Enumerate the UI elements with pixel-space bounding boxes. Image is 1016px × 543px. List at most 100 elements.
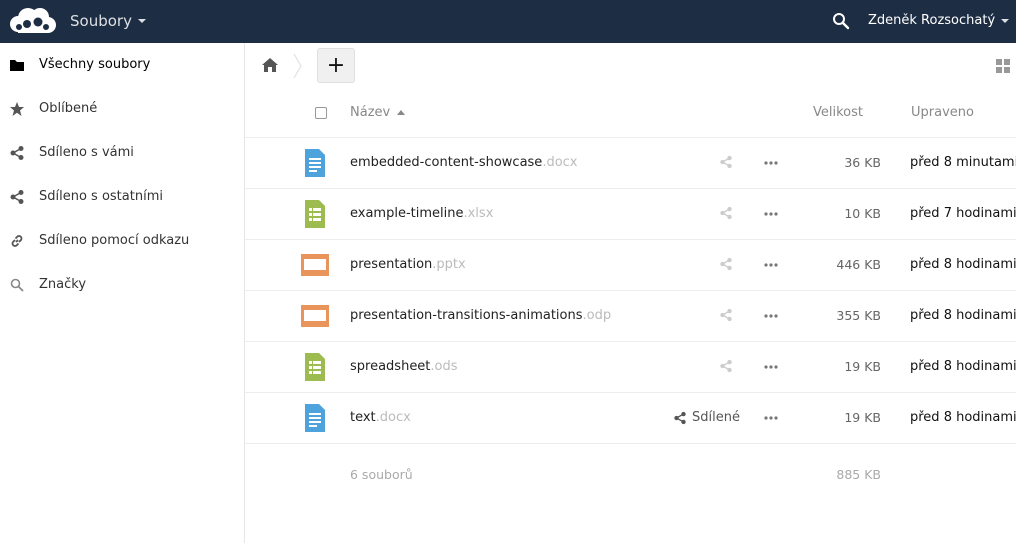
- spreadsheet-file-icon[interactable]: [300, 199, 330, 229]
- table-row[interactable]: spreadsheet.ods 19 KB před 8 hodinami: [245, 342, 1016, 393]
- file-name[interactable]: presentation.pptx: [350, 257, 466, 272]
- table-row[interactable]: example-timeline.xlsx 10 KB před 7 hodin…: [245, 189, 1016, 240]
- share-icon: [720, 155, 732, 169]
- sidebar-item-label: Sdíleno s vámi: [39, 145, 134, 160]
- more-actions-icon[interactable]: [763, 308, 779, 324]
- spreadsheet-file-icon[interactable]: [300, 352, 330, 382]
- file-name[interactable]: example-timeline.xlsx: [350, 206, 493, 221]
- share-icon: [720, 308, 732, 322]
- share-button[interactable]: [719, 257, 738, 271]
- table-row[interactable]: presentation.pptx 446 KB před 8 hodinami: [245, 240, 1016, 291]
- more-actions-icon[interactable]: [763, 155, 779, 171]
- file-name[interactable]: presentation-transitions-animations.odp: [350, 308, 611, 323]
- sidebar-item-label: Všechny soubory: [39, 57, 151, 72]
- more-actions-icon[interactable]: [763, 359, 779, 375]
- file-size: 19 KB: [844, 359, 881, 374]
- sidebar-item-label: Značky: [39, 277, 87, 292]
- owncloud-logo-icon[interactable]: [6, 4, 58, 38]
- new-file-button[interactable]: +: [317, 48, 355, 83]
- table-row[interactable]: text.docx Sdílené 19 KB před 8 hodinami: [245, 393, 1016, 444]
- share-button[interactable]: [719, 308, 738, 322]
- file-extension: .pptx: [432, 257, 466, 272]
- user-name: Zdeněk Rozsochatý: [868, 13, 996, 28]
- app-menu-toggle[interactable]: Soubory: [70, 12, 146, 30]
- tag-search-icon: [10, 278, 24, 292]
- file-modified: před 8 minutami: [910, 155, 1016, 170]
- file-extension: .ods: [430, 359, 458, 374]
- file-basename: presentation-transitions-animations: [350, 308, 583, 323]
- column-name-header[interactable]: Název: [350, 105, 406, 120]
- file-extension: .odp: [582, 308, 612, 323]
- document-file-icon[interactable]: [300, 403, 330, 433]
- presentation-file-icon[interactable]: [300, 250, 330, 280]
- file-basename: embedded-content-showcase: [350, 155, 543, 170]
- share-button[interactable]: [719, 359, 738, 373]
- sidebar-item-tags[interactable]: Značky: [0, 263, 244, 307]
- share-icon: [10, 190, 24, 204]
- top-bar: Soubory Zdeněk Rozsochatý: [0, 0, 1016, 43]
- shared-label: Sdílené: [692, 410, 740, 425]
- share-icon: [720, 257, 732, 271]
- more-actions-icon[interactable]: [763, 257, 779, 273]
- file-basename: spreadsheet: [350, 359, 431, 374]
- sidebar-item-label: Sdíleno pomocí odkazu: [39, 233, 190, 248]
- sidebar-item-shared-with-others[interactable]: Sdíleno s ostatními: [0, 175, 244, 219]
- file-modified: před 8 hodinami: [910, 359, 1016, 374]
- sidebar-item-favorites[interactable]: Oblíbené: [0, 87, 244, 131]
- sidebar-item-shared-by-link[interactable]: Sdíleno pomocí odkazu: [0, 219, 244, 263]
- file-modified: před 8 hodinami: [910, 257, 1016, 272]
- sidebar-item-shared-with-you[interactable]: Sdíleno s vámi: [0, 131, 244, 175]
- app-title: Soubory: [70, 12, 132, 30]
- user-menu[interactable]: Zdeněk Rozsochatý: [868, 13, 1010, 28]
- folder-icon: [10, 60, 24, 71]
- grid-view-icon[interactable]: [996, 59, 1010, 73]
- column-size-header[interactable]: Velikost: [813, 105, 863, 120]
- file-size: 36 KB: [844, 155, 881, 170]
- column-name-label: Název: [350, 105, 391, 120]
- file-name[interactable]: spreadsheet.ods: [350, 359, 458, 374]
- file-modified: před 8 hodinami: [910, 410, 1016, 425]
- presentation-file-icon[interactable]: [300, 301, 330, 331]
- sidebar-item-label: Oblíbené: [39, 101, 98, 116]
- file-modified: před 7 hodinami: [910, 206, 1016, 221]
- select-all-checkbox[interactable]: [315, 107, 327, 119]
- sidebar-item-all-files[interactable]: Všechny soubory: [0, 43, 244, 87]
- file-list-header: Název Velikost Upraveno: [245, 89, 1016, 138]
- sort-ascending-icon: [397, 110, 406, 115]
- more-actions-icon[interactable]: [763, 410, 779, 426]
- file-size: 355 KB: [836, 308, 881, 323]
- home-icon[interactable]: [261, 56, 279, 74]
- file-extension: .xlsx: [463, 206, 494, 221]
- file-list-summary: 6 souborů 885 KB: [245, 444, 1016, 504]
- sidebar: Všechny soubory Oblíbené Sdíleno s vámi …: [0, 43, 245, 543]
- summary-file-count: 6 souborů: [350, 467, 413, 482]
- search-icon[interactable]: [832, 12, 850, 30]
- file-basename: presentation: [350, 257, 433, 272]
- document-file-icon[interactable]: [300, 148, 330, 178]
- file-name[interactable]: text.docx: [350, 410, 411, 425]
- table-row[interactable]: presentation-transitions-animations.odp …: [245, 291, 1016, 342]
- share-icon: [10, 146, 24, 160]
- link-icon: [11, 235, 23, 247]
- share-icon: [720, 206, 732, 220]
- share-button[interactable]: [719, 206, 738, 220]
- controls-bar: +: [245, 43, 1016, 89]
- share-icon: [720, 359, 732, 373]
- file-size: 446 KB: [836, 257, 881, 272]
- table-row[interactable]: embedded-content-showcase.docx 36 KB pře…: [245, 138, 1016, 189]
- column-modified-header[interactable]: Upraveno: [911, 105, 974, 120]
- file-name[interactable]: embedded-content-showcase.docx: [350, 155, 578, 170]
- file-size: 10 KB: [844, 206, 881, 221]
- share-icon: [674, 411, 686, 424]
- file-size: 19 KB: [844, 410, 881, 425]
- more-actions-icon[interactable]: [763, 206, 779, 222]
- file-extension: .docx: [375, 410, 411, 425]
- summary-total-size: 885 KB: [836, 467, 881, 482]
- file-basename: example-timeline: [350, 206, 464, 221]
- file-extension: .docx: [542, 155, 578, 170]
- file-basename: text: [350, 410, 376, 425]
- file-modified: před 8 hodinami: [910, 308, 1016, 323]
- share-button[interactable]: Sdílené: [673, 410, 740, 425]
- share-button[interactable]: [719, 155, 738, 169]
- star-icon: [10, 102, 24, 116]
